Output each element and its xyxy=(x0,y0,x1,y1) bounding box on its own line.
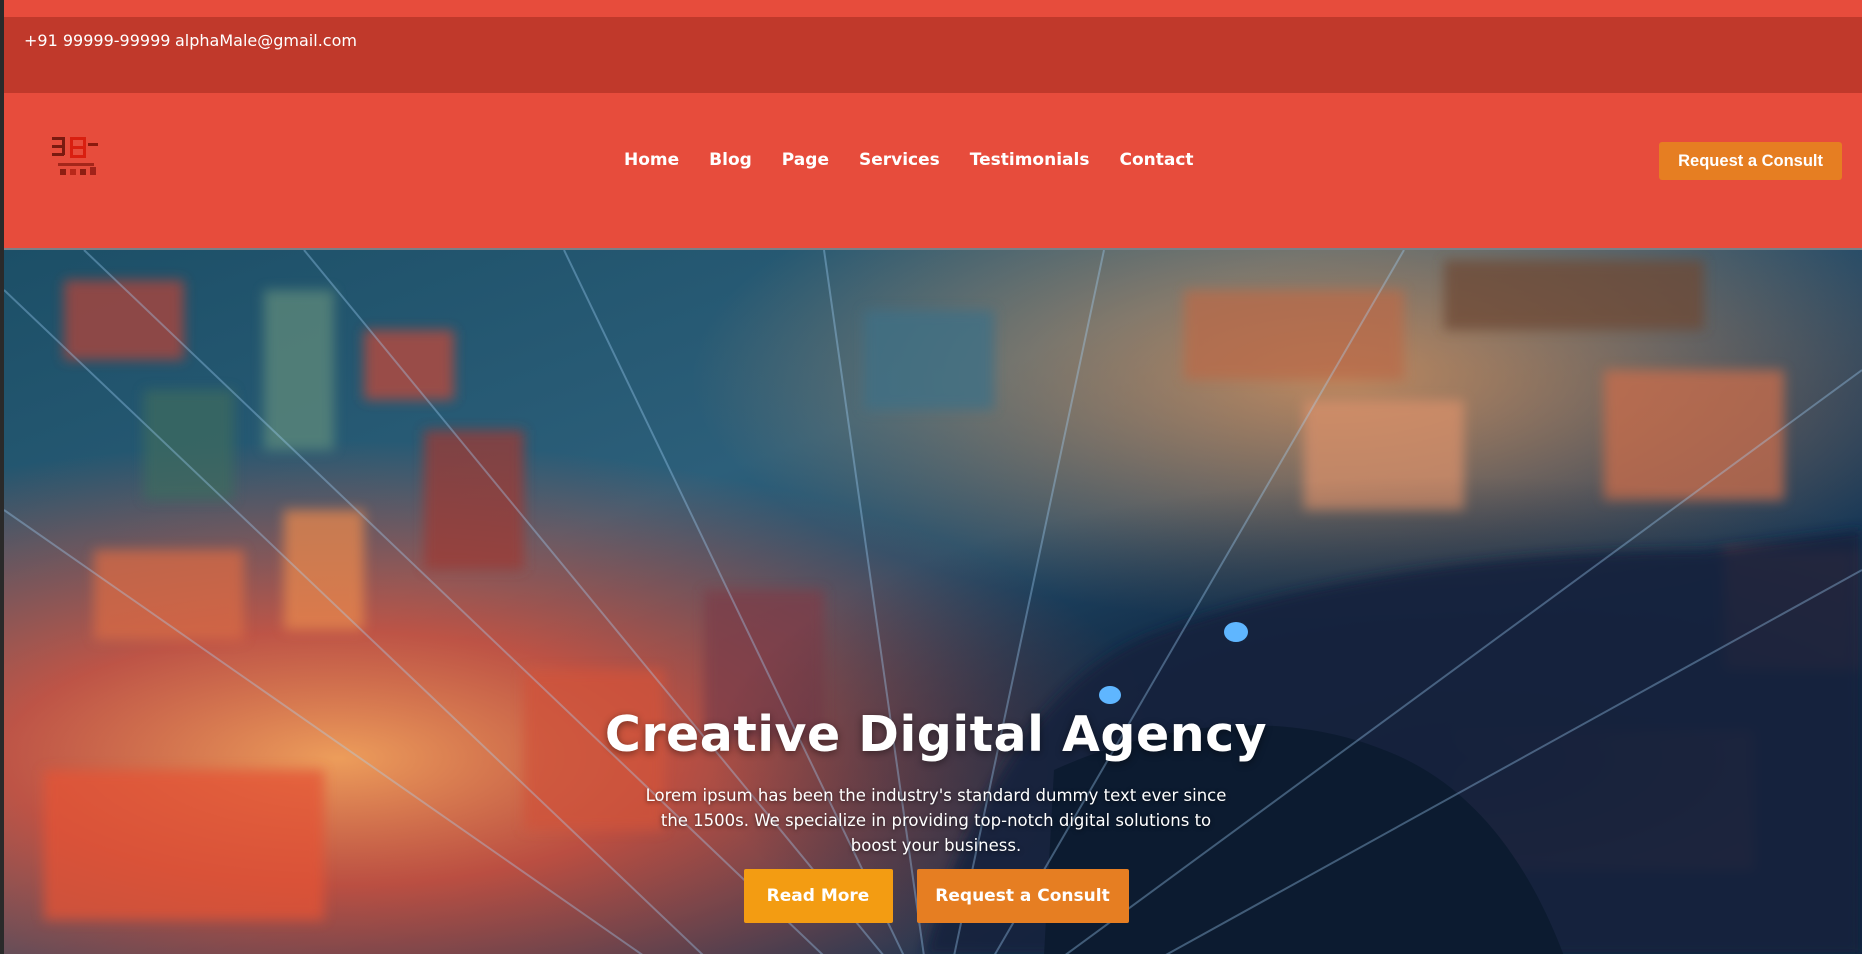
phone-number[interactable]: +91 99999-99999 xyxy=(24,31,170,50)
pixel-logo-icon[interactable] xyxy=(48,131,104,183)
hero-buttons: Read More Request a Consult xyxy=(604,869,1268,923)
nav-request-consult-button[interactable]: Request a Consult xyxy=(1659,142,1842,180)
nav-links: Home Blog Page Services Testimonials Con… xyxy=(624,150,1224,170)
hero-title: Creative Digital Agency xyxy=(604,706,1268,763)
nav-link-page[interactable]: Page xyxy=(782,150,829,170)
email-address[interactable]: alphaMale@gmail.com xyxy=(175,31,357,50)
hero-content: Creative Digital Agency Lorem ipsum has … xyxy=(604,706,1268,923)
nav-link-blog[interactable]: Blog xyxy=(709,150,752,170)
main-navbar: Home Blog Page Services Testimonials Con… xyxy=(4,93,1862,248)
nav-link-home[interactable]: Home xyxy=(624,150,679,170)
hero-request-consult-button[interactable]: Request a Consult xyxy=(916,869,1129,923)
nav-link-contact[interactable]: Contact xyxy=(1119,150,1193,170)
page-frame: +91 99999-99999 alphaMale@gmail.com Home… xyxy=(4,0,1862,954)
read-more-button[interactable]: Read More xyxy=(743,869,893,923)
nav-link-testimonials[interactable]: Testimonials xyxy=(970,150,1090,170)
top-contact-bar: +91 99999-99999 alphaMale@gmail.com xyxy=(4,17,1862,93)
hero-section: Creative Digital Agency Lorem ipsum has … xyxy=(4,248,1862,954)
top-edge xyxy=(4,0,1862,17)
nav-link-services[interactable]: Services xyxy=(859,150,940,170)
hero-description: Lorem ipsum has been the industry's stan… xyxy=(645,786,1227,855)
